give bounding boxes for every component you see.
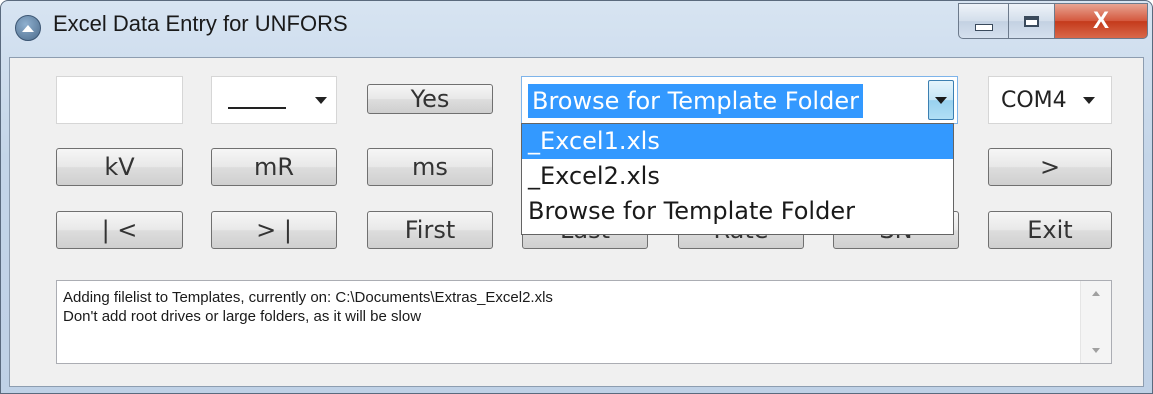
port-select-value: COM4 xyxy=(1001,88,1067,113)
chevron-down-icon xyxy=(935,97,947,104)
template-select[interactable]: Browse for Template Folder xyxy=(521,76,958,124)
maximize-button[interactable] xyxy=(1009,3,1055,39)
next-button[interactable]: > xyxy=(988,148,1112,186)
chevron-down-icon xyxy=(315,97,327,104)
last-record-button[interactable]: > | xyxy=(211,211,337,249)
minimize-icon xyxy=(974,23,993,31)
log-textarea[interactable]: Adding filelist to Templates, currently … xyxy=(56,280,1112,364)
title-bar[interactable]: Excel Data Entry for UNFORS X xyxy=(1,1,1152,57)
unit-select[interactable] xyxy=(211,76,337,124)
close-button[interactable]: X xyxy=(1055,3,1148,39)
first-button[interactable]: First xyxy=(367,211,493,249)
kv-button[interactable]: kV xyxy=(56,148,183,186)
window-title: Excel Data Entry for UNFORS xyxy=(53,11,348,36)
ms-button[interactable]: ms xyxy=(367,148,493,186)
minimize-button[interactable] xyxy=(958,3,1009,39)
caption-buttons: X xyxy=(958,3,1148,39)
scroll-down-icon[interactable] xyxy=(1092,348,1100,353)
close-icon: X xyxy=(1092,7,1109,34)
log-line-1: Adding filelist to Templates, currently … xyxy=(63,289,553,306)
template-option-excel2[interactable]: _Excel2.xls xyxy=(522,159,953,194)
value-input[interactable] xyxy=(56,76,183,124)
maximize-icon xyxy=(1024,15,1039,27)
port-select[interactable]: COM4 xyxy=(988,76,1112,124)
template-dropdown-button[interactable] xyxy=(928,80,954,120)
template-dropdown-list: _Excel1.xls _Excel2.xls Browse for Templ… xyxy=(521,123,954,235)
scroll-up-icon[interactable] xyxy=(1092,291,1100,296)
main-panel: Yes Browse for Template Folder COM4 kV m… xyxy=(9,57,1144,387)
yes-button[interactable]: Yes xyxy=(367,84,493,114)
unit-select-value xyxy=(228,107,286,109)
log-scrollbar[interactable] xyxy=(1080,281,1111,363)
app-icon[interactable] xyxy=(15,15,41,41)
exit-button[interactable]: Exit xyxy=(988,211,1112,249)
first-record-button[interactable]: | < xyxy=(56,211,183,249)
mr-button[interactable]: mR xyxy=(211,148,337,186)
template-select-value: Browse for Template Folder xyxy=(528,84,863,118)
template-option-excel1[interactable]: _Excel1.xls xyxy=(522,124,953,159)
chevron-down-icon xyxy=(1083,97,1095,104)
app-window: Excel Data Entry for UNFORS X Yes Browse… xyxy=(0,0,1153,394)
template-option-browse[interactable]: Browse for Template Folder xyxy=(522,194,953,229)
log-line-2: Don't add root drives or large folders, … xyxy=(63,308,422,325)
